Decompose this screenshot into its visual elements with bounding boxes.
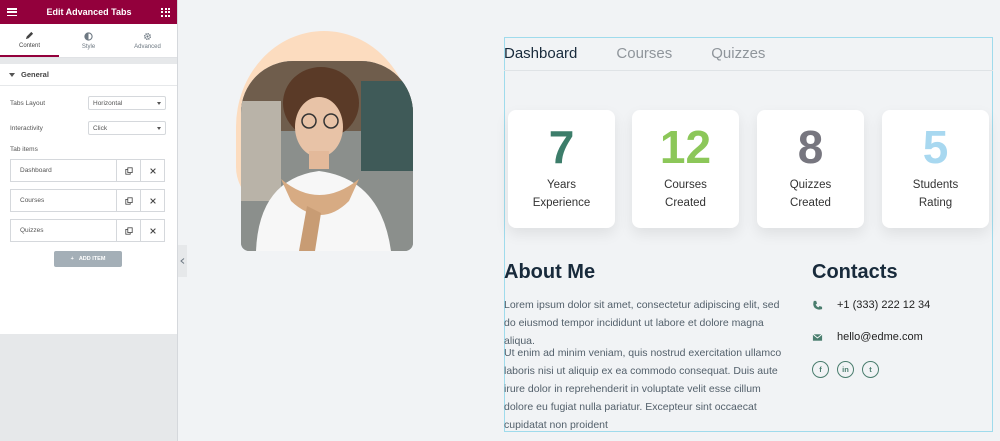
close-icon xyxy=(149,167,156,174)
add-item-label: ADD ITEM xyxy=(78,256,106,262)
tabs-layout-label: Tabs Layout xyxy=(10,99,46,107)
tab-advanced-label: Advanced xyxy=(134,43,161,50)
stat-number: 8 xyxy=(797,121,824,173)
duplicate-button[interactable] xyxy=(116,190,140,211)
tab-content-label: Content xyxy=(18,42,40,49)
tab-style-label: Style xyxy=(81,43,96,50)
facebook-icon[interactable]: f xyxy=(812,361,829,378)
contacts-title: Contacts xyxy=(812,261,898,283)
interactivity-value: Click xyxy=(93,124,108,132)
tabs-layout-select[interactable]: Horizontal xyxy=(88,96,166,110)
contrast-icon xyxy=(84,31,93,41)
panel-header: Edit Advanced Tabs xyxy=(0,0,177,24)
stat-label: Students Rating xyxy=(882,176,989,212)
stat-label: Courses Created xyxy=(632,176,739,212)
tab-quizzes[interactable]: Quizzes xyxy=(711,45,765,62)
remove-button[interactable] xyxy=(140,190,164,211)
interactivity-select[interactable]: Click xyxy=(88,121,166,135)
repeater-item-label: Quizzes xyxy=(20,227,44,234)
plus-icon: + xyxy=(70,256,74,262)
stat-number: 7 xyxy=(548,121,575,173)
panel-title: Edit Advanced Tabs xyxy=(46,7,132,17)
panel-tabs: Content Style Advanced xyxy=(0,24,177,58)
close-icon xyxy=(149,227,156,234)
stat-label: Quizzes Created xyxy=(757,176,864,212)
gear-icon xyxy=(143,32,152,40)
contact-email[interactable]: hello@edme.com xyxy=(812,331,923,343)
chevron-down-icon xyxy=(157,126,161,130)
chevron-down-icon xyxy=(157,101,161,105)
copy-icon xyxy=(124,166,133,175)
chevron-left-icon xyxy=(180,258,185,264)
pencil-icon xyxy=(25,31,34,39)
tab-style[interactable]: Style xyxy=(59,24,118,57)
stat-label-line1: Courses xyxy=(664,179,707,191)
tab-content[interactable]: Content xyxy=(0,24,59,57)
copy-icon xyxy=(124,226,133,235)
stat-card-quizzes: 8 Quizzes Created xyxy=(757,110,864,228)
copy-icon xyxy=(124,196,133,205)
phone-number: +1 (333) 222 12 34 xyxy=(837,299,931,311)
duplicate-button[interactable] xyxy=(116,220,140,241)
about-title: About Me xyxy=(504,261,596,283)
stat-card-experience: 7 Years Experience xyxy=(508,110,615,228)
twitter-icon[interactable]: t xyxy=(862,361,879,378)
interactivity-control: Interactivity Click xyxy=(10,121,166,135)
stat-label-line2: Created xyxy=(790,197,831,209)
widgets-grid-icon[interactable] xyxy=(161,7,170,17)
stat-label: Years Experience xyxy=(508,176,615,212)
menu-icon[interactable] xyxy=(7,8,17,16)
tabs-layout-control: Tabs Layout Horizontal xyxy=(10,96,166,110)
stat-number: 12 xyxy=(659,121,712,173)
tab-courses[interactable]: Courses xyxy=(616,45,672,62)
stat-number: 5 xyxy=(922,121,949,173)
stat-label-line2: Created xyxy=(665,197,706,209)
caret-down-icon xyxy=(9,72,15,77)
section-title: General xyxy=(21,70,49,79)
linkedin-icon[interactable]: in xyxy=(837,361,854,378)
repeater-item-courses[interactable]: Courses xyxy=(10,189,165,212)
tab-advanced[interactable]: Advanced xyxy=(118,24,177,57)
phone-icon xyxy=(813,300,823,310)
tab-items-label: Tab items xyxy=(10,146,38,153)
general-section-toggle[interactable]: General xyxy=(0,64,177,86)
stat-label-line1: Years xyxy=(547,179,576,191)
contact-phone[interactable]: +1 (333) 222 12 34 xyxy=(812,299,930,311)
remove-button[interactable] xyxy=(140,160,164,181)
profile-photo xyxy=(241,61,413,251)
stat-label-line2: Rating xyxy=(918,197,953,209)
stat-label-line1: Quizzes xyxy=(789,179,832,191)
tabs-nav: Dashboard Courses Quizzes xyxy=(504,37,993,71)
email-address: hello@edme.com xyxy=(837,331,923,343)
repeater-item-label: Dashboard xyxy=(20,167,52,174)
stat-label-line2: Experience xyxy=(532,197,591,209)
duplicate-button[interactable] xyxy=(116,160,140,181)
interactivity-label: Interactivity xyxy=(10,124,43,132)
stat-card-rating: 5 Students Rating xyxy=(882,110,989,228)
tab-dashboard[interactable]: Dashboard xyxy=(504,45,577,62)
repeater-item-label: Courses xyxy=(20,197,45,204)
repeater-item-dashboard[interactable]: Dashboard xyxy=(10,159,165,182)
about-paragraph-1: Lorem ipsum dolor sit amet, consectetur … xyxy=(504,299,780,347)
social-links: f in t xyxy=(812,361,879,378)
stat-label-line1: Students xyxy=(912,179,959,191)
collapse-panel-handle[interactable] xyxy=(178,245,187,277)
about-paragraph-2: Ut enim ad minim veniam, quis nostrud ex… xyxy=(504,347,782,431)
envelope-icon xyxy=(812,333,823,341)
add-item-button[interactable]: + ADD ITEM xyxy=(54,251,122,267)
remove-button[interactable] xyxy=(140,220,164,241)
stat-card-courses: 12 Courses Created xyxy=(632,110,739,228)
close-icon xyxy=(149,197,156,204)
portrait-image xyxy=(241,61,413,251)
tabs-layout-value: Horizontal xyxy=(93,99,123,107)
editor-panel: Edit Advanced Tabs Content Style Advance… xyxy=(0,0,178,441)
repeater-item-quizzes[interactable]: Quizzes xyxy=(10,219,165,242)
